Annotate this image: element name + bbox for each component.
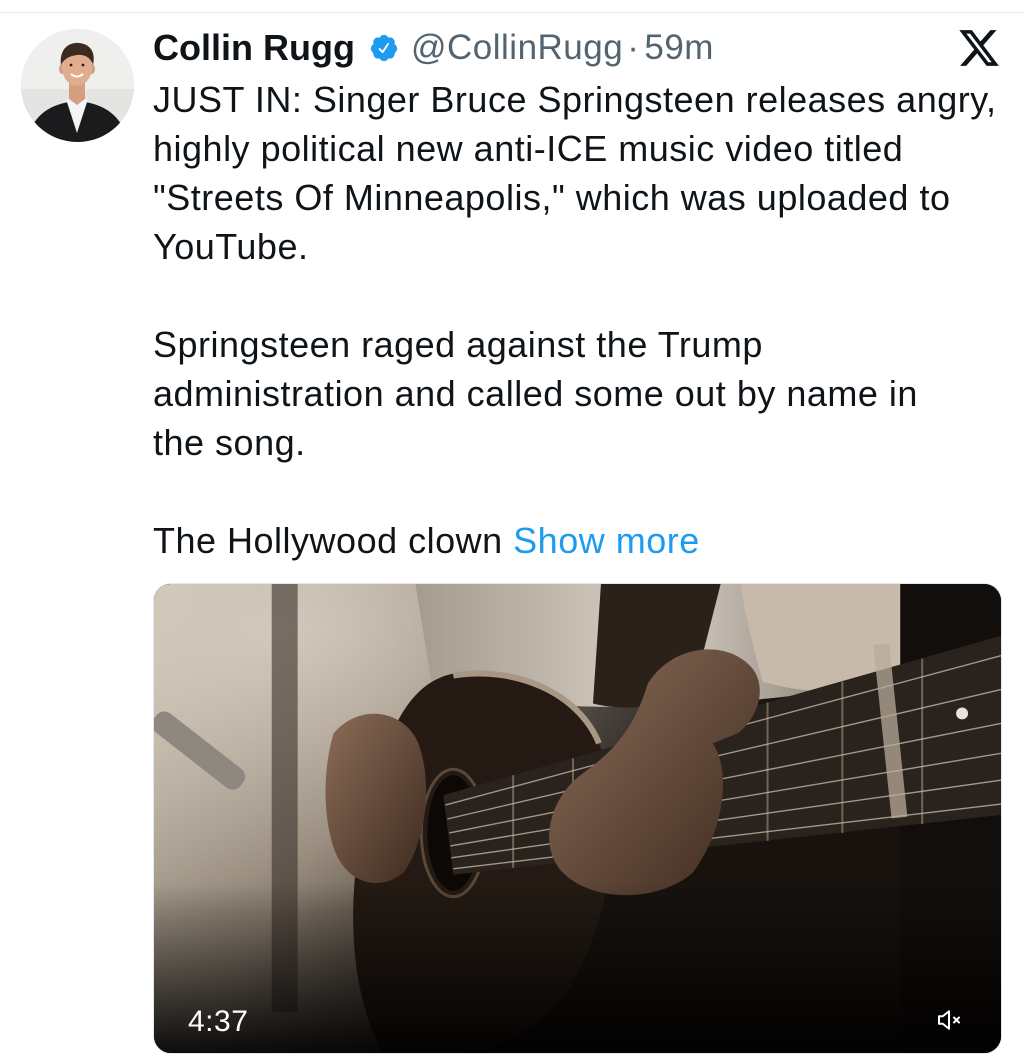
avatar[interactable] [21,29,134,142]
tweet-paragraph: Springsteen raged against the Trump admi… [153,324,918,463]
tweet-paragraph-truncated: The Hollywood clown Show more [153,516,1013,565]
tweet-header: Collin Rugg @CollinRugg · 59m [153,23,714,72]
tweet-text: JUST IN: Singer Bruce Springsteen releas… [153,75,1013,565]
muted-speaker-icon[interactable] [934,1005,964,1035]
video-frame [154,584,1001,1053]
tweet-screen: Collin Rugg @CollinRugg · 59m JUST IN: S… [0,0,1024,1056]
timestamp[interactable]: 59m [644,23,714,72]
show-more-link[interactable]: Show more [513,520,700,561]
tweet-paragraph: JUST IN: Singer Bruce Springsteen releas… [153,79,997,267]
verified-badge-icon [369,33,399,63]
avatar-photo [21,29,134,142]
video-duration: 4:37 [188,1005,249,1038]
strumming-hand [325,713,427,884]
video-player[interactable]: 4:37 [153,583,1002,1054]
x-logo-icon [957,26,1001,70]
video-bottom-shade [154,882,1001,1053]
author-name[interactable]: Collin Rugg [153,23,355,72]
top-divider [0,12,1024,13]
meta-separator: · [627,28,640,67]
author-handle[interactable]: @CollinRugg [411,23,623,72]
fret-marker [956,707,969,720]
tweet-paragraph-text: The Hollywood clown [153,520,503,561]
